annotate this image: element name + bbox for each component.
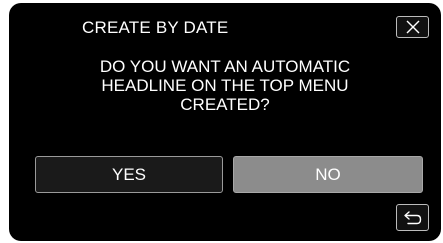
back-arrow-icon [404, 211, 422, 225]
message-line-3: CREATED? [180, 95, 270, 114]
back-button[interactable] [396, 204, 429, 231]
dialog-title: CREATE BY DATE [82, 18, 229, 37]
camera-menu-screen: CREATE BY DATE DO YOU WANT AN AUTOMATIC … [9, 3, 441, 241]
close-icon [406, 20, 420, 34]
dialog-message: DO YOU WANT AN AUTOMATIC HEADLINE ON THE… [9, 57, 441, 114]
close-button[interactable] [396, 16, 429, 38]
message-line-1: DO YOU WANT AN AUTOMATIC [99, 57, 351, 76]
message-line-2: HEADLINE ON THE TOP MENU [101, 76, 349, 95]
yes-button[interactable]: YES [35, 156, 223, 193]
no-button[interactable]: NO [233, 156, 423, 193]
